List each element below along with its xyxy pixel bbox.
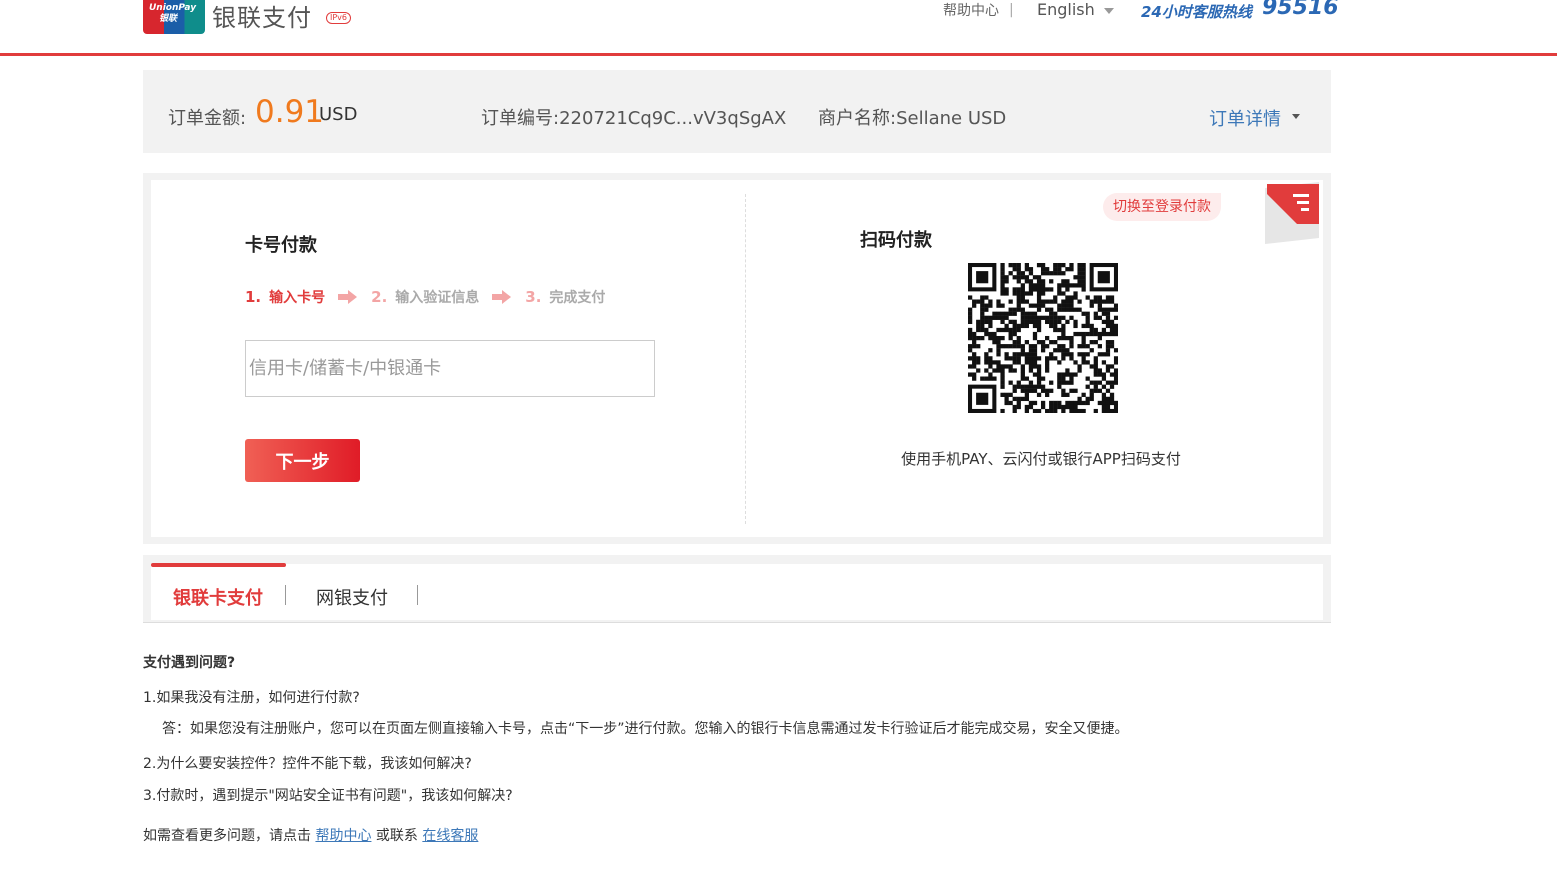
tab-online-banking[interactable]: 网银支付 [316,584,388,610]
payment-panel: 卡号付款 1. 输入卡号 2. 输入验证信息 3. 完成支付 下一步 扫码付款 使用手… [143,173,1331,544]
active-tab-indicator [151,563,286,567]
order-amount: 0.91 [255,94,325,130]
order-number: 订单编号:220721Cq9C...vV3qSgAX [481,104,786,130]
unionpay-logo[interactable]: UnionPay 银联 [143,0,205,34]
faq-question-1: 1.如果我没有注册，如何进行付款? [143,690,360,706]
online-service-link[interactable]: 在线客服 [422,828,478,844]
language-selector[interactable]: English [1037,0,1095,19]
top-header: UnionPay 银联 银联支付 IPv6 帮助中心 | English 24小… [0,0,1557,56]
switch-login-icon[interactable] [1261,180,1323,245]
amount-currency: USD [319,104,358,125]
step-label: 输入卡号 [269,290,326,306]
payment-method-tabs: 银联卡支付 网银支付 [143,555,1331,623]
step-2: 2. 输入验证信息 [371,287,479,307]
amount-label: 订单金额: [168,108,247,129]
logo-text: UnionPay [149,3,197,13]
step-label: 完成支付 [549,290,606,306]
arrow-right-icon [492,290,512,304]
merchant-label: 商户名称: [818,108,897,129]
payment-panel-inner: 卡号付款 1. 输入卡号 2. 输入验证信息 3. 完成支付 下一步 扫码付款 使用手… [151,180,1323,537]
qr-code [968,263,1118,413]
arrow-right-icon [338,290,358,304]
hotline-label: 24小时客服热线 [1141,3,1252,21]
hotline-number: 95516 [1262,0,1339,20]
step-label: 输入验证信息 [395,290,480,306]
brand-title: 银联支付 [212,4,312,32]
tab-divider [417,585,418,605]
order-number-label: 订单编号: [481,108,560,129]
more-prefix: 如需查看更多问题，请点击 [143,828,311,844]
panel-divider [745,194,746,524]
more-middle: 或联系 [375,828,418,844]
chevron-down-icon[interactable] [1104,8,1114,14]
switch-to-login-pay[interactable]: 切换至登录付款 [1103,193,1221,221]
help-center-link[interactable]: 帮助中心 [315,828,371,844]
qr-pay-title: 扫码付款 [860,230,932,251]
link-separator: | [1009,2,1014,18]
step-number: 2. [371,288,388,306]
ipv6-badge: IPv6 [326,12,352,24]
merchant-name: 商户名称:Sellane USD [818,104,1006,130]
top-links: 帮助中心 | [943,0,1014,20]
faq-title: 支付遇到问题? [143,655,236,671]
order-summary-bar: 订单金额: 0.91 USD 订单编号:220721Cq9C...vV3qSgA… [143,70,1331,153]
next-step-button[interactable]: 下一步 [245,439,360,482]
order-number-value: 220721Cq9C...vV3qSgAX [559,108,787,129]
faq-answer-1: 答：如果您没有注册账户，您可以在页面左侧直接输入卡号，点击“下一步”进行付款。您… [162,721,1129,737]
caret-down-icon[interactable] [1292,114,1300,119]
tabs-inner: 银联卡支付 网银支付 [151,563,1323,620]
order-details-link[interactable]: 订单详情 [1209,105,1281,131]
faq-question-2[interactable]: 2.为什么要安装控件？控件不能下载，我该如何解决? [143,753,472,773]
qr-caption: 使用手机PAY、云闪付或银行APP扫码支付 [901,450,1181,468]
faq-question-3[interactable]: 3.付款时，遇到提示"网站安全证书有问题"，我该如何解决? [143,785,513,805]
tab-unionpay-card[interactable]: 银联卡支付 [173,584,263,610]
step-1: 1. 输入卡号 [245,287,325,307]
step-3: 3. 完成支付 [525,287,605,307]
merchant-value: Sellane USD [896,108,1007,129]
card-pay-title: 卡号付款 [245,235,317,256]
step-number: 1. [245,288,262,306]
payment-steps: 1. 输入卡号 2. 输入验证信息 3. 完成支付 [245,287,605,307]
step-number: 3. [525,288,542,306]
faq-more: 如需查看更多问题，请点击 帮助中心 或联系 在线客服 [143,825,478,845]
tab-divider [285,585,286,605]
card-number-input[interactable] [245,340,655,397]
help-center-link[interactable]: 帮助中心 [943,0,999,20]
logo-text-cn: 银联 [159,14,178,24]
